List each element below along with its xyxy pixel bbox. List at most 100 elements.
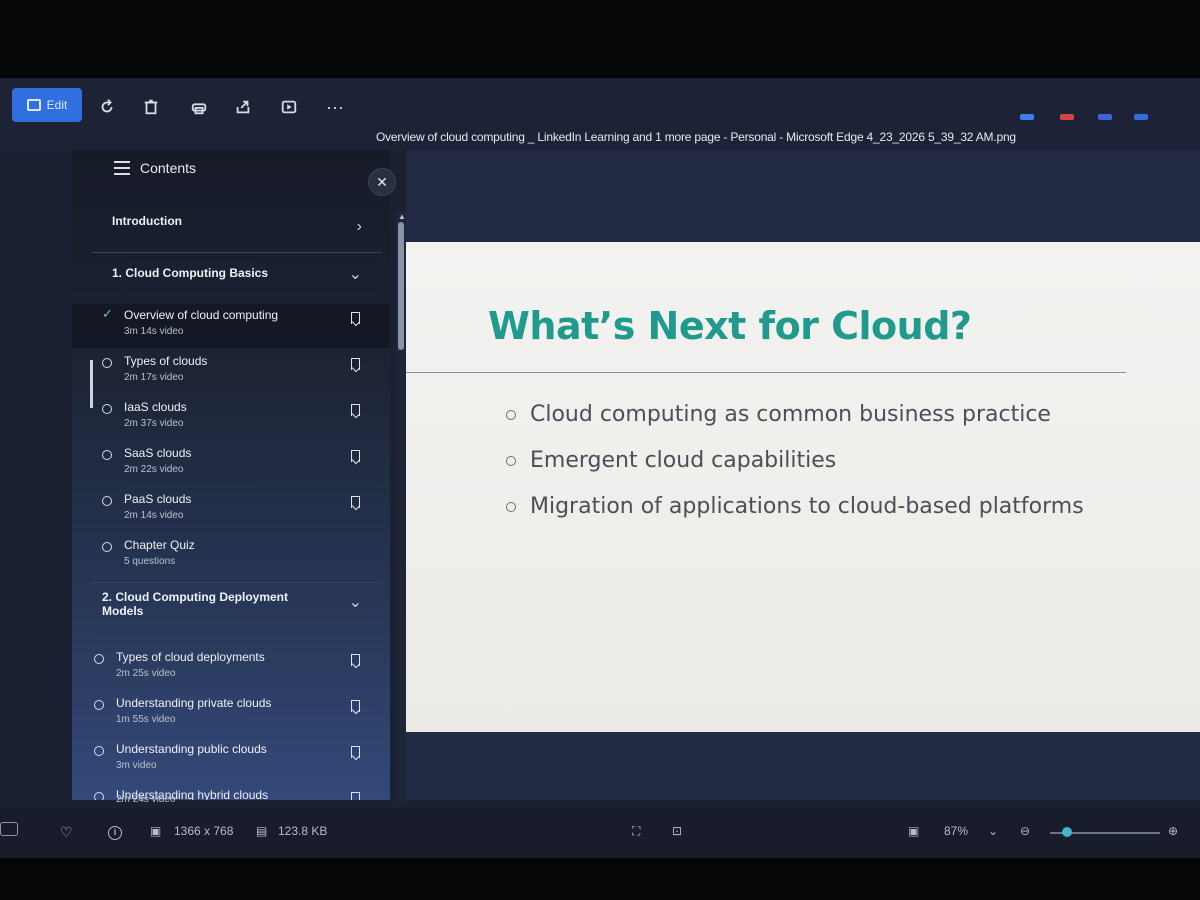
bullet-text: Emergent cloud capabilities [530, 448, 837, 473]
list-item[interactable]: Chapter Quiz 5 questions [72, 534, 390, 578]
zoom-in-icon[interactable]: ⊕ [1168, 824, 1178, 838]
sidebar-scrollbar[interactable]: ▲ [396, 212, 406, 802]
slide-bullet: Cloud computing as common business pract… [506, 402, 1051, 427]
scrollbar-thumb[interactable] [398, 222, 404, 350]
section-label: 1. Cloud Computing Basics [112, 266, 269, 280]
section-label: 2. Cloud Computing Deployment Models [102, 590, 288, 618]
edit-label: Edit [46, 98, 68, 112]
item-title: Overview of cloud computing [124, 308, 279, 322]
item-meta: 2m 17s video [124, 372, 184, 383]
rotate-icon[interactable] [96, 96, 118, 118]
item-title: IaaS clouds [124, 400, 187, 414]
zoom-slider-handle[interactable] [1062, 827, 1072, 837]
bookmark-icon[interactable] [351, 792, 360, 800]
chevron-right-icon: › [356, 218, 362, 235]
bookmark-icon[interactable] [351, 404, 360, 416]
scroll-up-icon[interactable]: ▲ [398, 212, 406, 221]
delete-icon[interactable] [140, 96, 162, 118]
section-chapter-1[interactable]: 1. Cloud Computing Basics ⌄ [72, 266, 390, 294]
circle-icon [94, 654, 104, 664]
chevron-down-icon: ⌄ [348, 594, 362, 611]
fit-screen-icon[interactable]: ⛶ [632, 824, 640, 839]
list-item[interactable]: Types of clouds 2m 17s video [72, 350, 390, 394]
circle-icon [94, 700, 104, 710]
list-item[interactable]: SaaS clouds 2m 22s video [72, 442, 390, 486]
edit-icon [26, 99, 41, 111]
image-dimensions: 1366 x 768 [174, 824, 234, 838]
item-title: Understanding private clouds [116, 696, 272, 710]
circle-icon [102, 450, 112, 460]
item-meta: 2m 22s video [124, 464, 184, 475]
bookmark-icon[interactable] [351, 358, 360, 370]
circle-icon [94, 746, 104, 756]
item-meta: 2m 14s video [124, 510, 184, 521]
contents-sidebar: Contents ✕ Introduction › 1. Cloud Compu… [72, 150, 396, 800]
item-title: SaaS clouds [124, 446, 192, 460]
more-icon[interactable]: ··· [324, 96, 346, 118]
toolbar: Edit ··· Overview of cloud computing _ L… [0, 78, 1200, 150]
circle-icon [102, 496, 112, 506]
item-meta: 1m 55s video [116, 714, 176, 725]
circle-icon [94, 792, 104, 800]
bookmark-icon[interactable] [351, 496, 360, 508]
zoom-out-icon[interactable]: ⊖ [1020, 824, 1030, 838]
check-icon: ✓ [102, 306, 113, 321]
list-item[interactable]: Types of cloud deployments 2m 25s video [72, 646, 390, 690]
bullet-icon [506, 502, 516, 512]
window-title: Overview of cloud computing _ LinkedIn L… [376, 130, 1016, 144]
item-title: Understanding public clouds [116, 742, 267, 756]
chevron-down-icon: ⌄ [348, 266, 362, 283]
shape-icon[interactable] [1098, 114, 1112, 120]
list-item[interactable]: Understanding private clouds 1m 55s vide… [72, 692, 390, 736]
slide: What’s Next for Cloud? Cloud computing a… [406, 242, 1200, 732]
highlight-icon[interactable] [1060, 114, 1074, 120]
edit-button[interactable]: Edit [12, 88, 82, 122]
circle-icon [102, 404, 112, 414]
bookmark-icon[interactable] [351, 654, 360, 666]
item-meta: 2m 24s video [116, 794, 176, 805]
zoom-fit-icon[interactable]: ▣ [908, 824, 919, 838]
contents-header: Contents [114, 160, 196, 176]
bookmark-icon[interactable] [351, 700, 360, 712]
item-meta: 5 questions [124, 556, 176, 567]
list-item[interactable]: Understanding public clouds 3m video [72, 738, 390, 782]
divider [92, 582, 382, 583]
section-label: Introduction [112, 214, 182, 228]
bookmark-icon[interactable] [351, 450, 360, 462]
bullet-icon [506, 410, 516, 420]
zoom-dropdown-icon[interactable]: ⌄ [988, 824, 998, 838]
list-item[interactable]: ✓ Overview of cloud computing 3m 14s vid… [72, 304, 390, 348]
pen-icon[interactable] [1020, 114, 1034, 120]
bullet-icon [506, 456, 516, 466]
zoom-level[interactable]: 87% [944, 824, 968, 838]
bullet-text: Cloud computing as common business pract… [530, 402, 1051, 427]
slideshow-icon[interactable] [278, 96, 300, 118]
bookmark-icon[interactable] [351, 746, 360, 758]
actual-size-icon[interactable]: ⊡ [672, 824, 682, 838]
print-icon[interactable] [188, 96, 210, 118]
close-icon: ✕ [376, 173, 388, 190]
heart-icon[interactable]: ♡ [60, 824, 73, 841]
close-button[interactable]: ✕ [368, 168, 396, 196]
bookmark-icon[interactable] [351, 312, 360, 324]
circle-icon [102, 542, 112, 552]
list-item[interactable]: PaaS clouds 2m 14s video [72, 488, 390, 532]
item-meta: 2m 25s video [116, 668, 176, 679]
file-size: 123.8 KB [278, 824, 328, 838]
slide-bullet: Migration of applications to cloud-based… [506, 494, 1084, 519]
section-chapter-2[interactable]: 2. Cloud Computing Deployment Models ⌄ [72, 590, 390, 630]
file-size-icon: ▤ [256, 824, 268, 838]
share-icon[interactable] [232, 96, 254, 118]
item-meta: 3m video [116, 760, 157, 771]
item-meta: 3m 14s video [124, 326, 184, 337]
contents-label: Contents [140, 160, 197, 176]
circle-icon [102, 358, 112, 368]
extension-icon[interactable] [1134, 114, 1148, 120]
status-bar: ♡ i ▣ 1366 x 768 ▤ 123.8 KB ⛶ ⊡ ▣ 87% ⌄ … [0, 808, 1200, 858]
info-icon[interactable]: i [108, 824, 122, 840]
list-icon [114, 161, 130, 175]
panel-toggle-icon[interactable] [0, 822, 18, 836]
section-introduction[interactable]: Introduction › [72, 214, 390, 242]
list-item[interactable]: IaaS clouds 2m 37s video [72, 396, 390, 440]
divider [92, 638, 382, 639]
